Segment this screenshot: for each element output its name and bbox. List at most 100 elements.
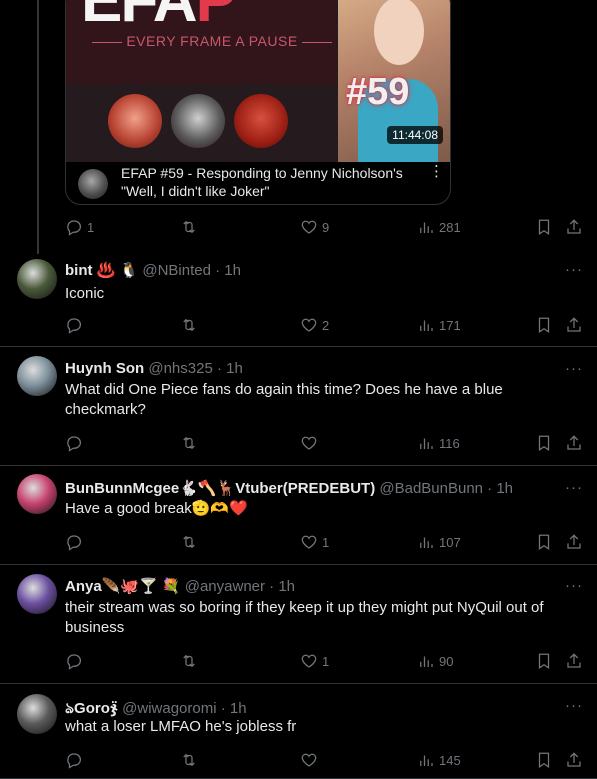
views-count: 107	[439, 534, 461, 550]
video-title[interactable]: EFAP #59 - Responding to Jenny Nicholson…	[121, 164, 411, 200]
host-avatar-3	[234, 94, 288, 148]
like-button[interactable]: 1	[300, 533, 329, 551]
views-count: 90	[439, 653, 454, 669]
like-button[interactable]: 1	[300, 652, 329, 670]
like-button[interactable]	[300, 751, 322, 769]
reply-button[interactable]	[65, 434, 87, 452]
views-icon	[420, 755, 433, 766]
retweet-button[interactable]	[180, 751, 202, 769]
bookmark-button[interactable]	[535, 316, 553, 334]
bookmark-button[interactable]	[535, 652, 553, 670]
reply-button[interactable]	[65, 316, 87, 334]
views-count: 116	[439, 435, 460, 451]
display-name[interactable]: bint ♨️ 🐧	[65, 262, 138, 279]
tweet-text: Have a good break🫡🫶❤️	[65, 500, 248, 517]
tweet-text: their stream was so boring if they keep …	[65, 599, 544, 636]
bookmark-icon	[538, 317, 550, 333]
retweet-button[interactable]	[180, 652, 202, 670]
reply-button[interactable]: 1	[65, 218, 94, 236]
share-icon	[567, 435, 581, 450]
bookmark-button[interactable]	[535, 751, 553, 769]
display-name[interactable]: Huynh Son	[65, 360, 144, 377]
share-icon	[567, 752, 581, 767]
reply-button[interactable]	[65, 751, 87, 769]
share-button[interactable]	[565, 652, 583, 670]
reply-icon	[67, 753, 82, 769]
user-handle[interactable]: @anyawner · 1h	[185, 578, 295, 595]
views-count: 171	[439, 317, 461, 333]
user-avatar[interactable]	[17, 694, 57, 734]
user-avatar[interactable]	[17, 356, 57, 396]
video-thumbnail[interactable]: EFAP EVERY FRAME A PAUSE #59 11:44:08	[66, 0, 450, 162]
heart-icon	[301, 753, 317, 767]
bookmark-button[interactable]	[535, 533, 553, 551]
video-info[interactable]: EFAP #59 - Responding to Jenny Nicholson…	[66, 162, 450, 204]
tweet-actions: 116	[0, 434, 597, 454]
user-handle[interactable]: @BadBunBunn · 1h	[379, 480, 513, 497]
like-button[interactable]: 2	[300, 316, 329, 334]
tweet-header: Anya🪶🐙🍸 💐 @anyawner · 1h	[65, 577, 295, 595]
user-handle[interactable]: @wiwagoromi · 1h	[122, 700, 246, 717]
share-button[interactable]	[565, 434, 583, 452]
heart-icon	[301, 318, 317, 332]
bookmark-icon	[538, 435, 550, 451]
like-button[interactable]: 9	[300, 218, 329, 236]
retweet-icon	[183, 220, 195, 234]
reply-icon	[67, 436, 82, 452]
more-icon[interactable]: ···	[565, 697, 583, 714]
views-button[interactable]: 171	[417, 316, 461, 334]
more-icon[interactable]: ···	[565, 360, 583, 377]
tweet-text: what a loser LMFAO he's jobless fr	[65, 718, 297, 735]
views-count: 145	[439, 752, 461, 768]
share-button[interactable]	[565, 218, 583, 236]
bookmark-button[interactable]	[535, 434, 553, 452]
video-duration: 11:44:08	[387, 126, 443, 144]
reply-button[interactable]	[65, 533, 87, 551]
more-icon[interactable]: ···	[565, 479, 583, 496]
like-button[interactable]	[300, 434, 322, 452]
more-icon[interactable]: ···	[565, 577, 583, 594]
video-menu-icon[interactable]: ⋮	[429, 162, 444, 180]
reply-button[interactable]	[65, 652, 87, 670]
like-count: 1	[322, 534, 330, 550]
views-button[interactable]: 90	[417, 652, 453, 670]
views-button[interactable]: 281	[417, 218, 461, 236]
host-avatar-1	[108, 94, 162, 148]
user-avatar[interactable]	[17, 474, 57, 514]
video-embed-card[interactable]: EFAP EVERY FRAME A PAUSE #59 11:44:08 EF…	[65, 0, 451, 205]
reply-icon	[67, 535, 82, 551]
heart-icon	[301, 654, 317, 668]
heart-icon	[301, 220, 317, 234]
display-name[interactable]: BunBunnMcgee🐇🪓🦌Vtuber(PREDEBUT)	[65, 480, 375, 497]
share-icon	[567, 653, 581, 668]
host-avatar-2	[171, 94, 225, 148]
tweet-header: Huynh Son @nhs325 · 1h	[65, 360, 243, 377]
user-handle[interactable]: @nhs325 · 1h	[148, 360, 242, 377]
share-button[interactable]	[565, 533, 583, 551]
more-icon[interactable]: ···	[565, 261, 583, 278]
retweet-icon	[183, 535, 195, 549]
bookmark-button[interactable]	[535, 218, 553, 236]
retweet-icon	[183, 654, 195, 668]
views-icon	[420, 438, 433, 449]
user-avatar[interactable]	[17, 574, 57, 614]
reply-icon	[67, 220, 82, 236]
bookmark-icon	[538, 219, 550, 235]
user-handle[interactable]: @NBinted · 1h	[142, 262, 241, 279]
share-button[interactable]	[565, 316, 583, 334]
display-name[interactable]: Anya🪶🐙🍸 💐	[65, 578, 181, 595]
display-name[interactable]: ঌGoroჯ̈	[65, 700, 118, 717]
share-icon	[567, 317, 581, 332]
channel-avatar[interactable]	[78, 169, 108, 199]
views-button[interactable]: 145	[417, 751, 461, 769]
views-button[interactable]: 116	[417, 434, 460, 452]
user-avatar[interactable]	[17, 259, 57, 299]
retweet-button[interactable]	[180, 316, 202, 334]
reply-icon	[67, 654, 82, 670]
retweet-button[interactable]	[180, 434, 202, 452]
share-button[interactable]	[565, 751, 583, 769]
tweet-header: bint ♨️ 🐧 @NBinted · 1h	[65, 261, 241, 279]
retweet-button[interactable]	[180, 533, 202, 551]
retweet-button[interactable]	[180, 218, 202, 236]
views-button[interactable]: 107	[417, 533, 461, 551]
